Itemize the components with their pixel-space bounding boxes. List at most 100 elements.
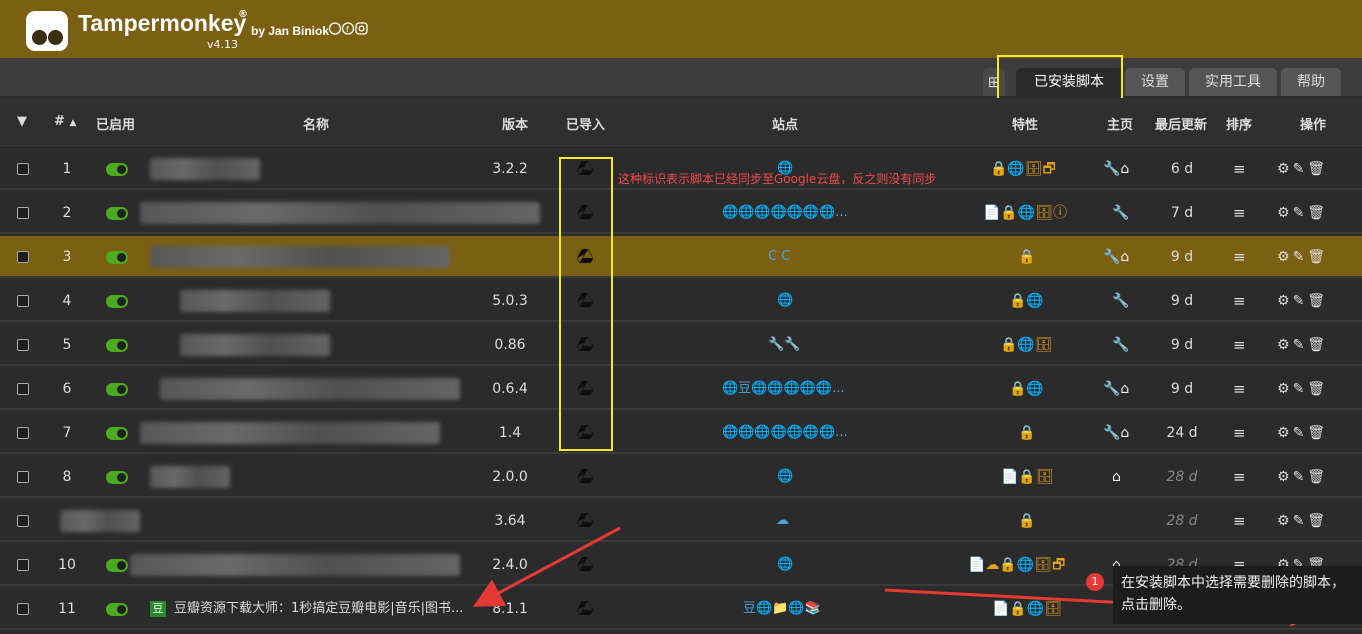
delete-icon[interactable]: 🗑 [1307, 205, 1328, 221]
debug-icon[interactable]: ⚙ [1277, 293, 1293, 309]
tab-settings[interactable]: 设置 [1125, 68, 1185, 96]
delete-icon[interactable]: 🗑 [1307, 161, 1328, 177]
script-sites[interactable]: 🌐🌐🌐🌐🌐🌐🌐... [722, 192, 848, 234]
row-actions[interactable]: ⚙✎🗑 [1277, 192, 1328, 234]
row-actions[interactable]: ⚙✎🗑 [1277, 500, 1328, 542]
edit-icon[interactable]: ✎ [1293, 425, 1308, 441]
script-homepage-icons[interactable]: 🔧 [1112, 280, 1129, 322]
column-enabled[interactable]: 已启用 [96, 114, 135, 133]
row-checkbox[interactable] [17, 559, 29, 571]
redacted-script-name[interactable] [160, 378, 460, 400]
debug-icon[interactable]: ⚙ [1277, 381, 1293, 397]
table-row[interactable]: 5 0.86 🔧🔧 🔒🌐🗄 🔧 9 d ≡ ⚙✎🗑 [0, 324, 1362, 366]
script-sites[interactable]: 🌐 [777, 280, 793, 322]
redacted-script-name[interactable] [150, 246, 450, 268]
row-actions[interactable]: ⚙✎🗑 [1277, 368, 1328, 410]
enable-toggle[interactable] [106, 559, 128, 572]
row-actions[interactable]: ⚙✎🗑 [1277, 324, 1328, 366]
row-actions[interactable]: ⚙✎🗑 [1277, 456, 1328, 498]
enable-toggle[interactable] [106, 251, 128, 264]
script-sites[interactable]: ☁ [776, 500, 789, 542]
sort-handle-icon[interactable]: ≡ [1233, 324, 1246, 366]
tab-utilities[interactable]: 实用工具 [1189, 68, 1277, 96]
redacted-script-name[interactable] [180, 334, 330, 356]
debug-icon[interactable]: ⚙ [1277, 161, 1293, 177]
script-homepage-icons[interactable]: 🔧⌂ [1103, 368, 1129, 410]
table-row[interactable]: 7 1.4 🌐🌐🌐🌐🌐🌐🌐... 🔒 🔧⌂ 24 d ≡ ⚙✎🗑 [0, 412, 1362, 454]
tab-help[interactable]: 帮助 [1281, 68, 1341, 96]
redacted-script-name[interactable] [150, 158, 260, 180]
column-sites[interactable]: 站点 [772, 114, 798, 133]
script-sites[interactable]: 豆🌐📁🌐📚 [743, 588, 821, 630]
edit-icon[interactable]: ✎ [1293, 293, 1308, 309]
edit-icon[interactable]: ✎ [1293, 249, 1308, 265]
script-sites[interactable]: C C [768, 236, 790, 278]
row-checkbox[interactable] [17, 339, 29, 351]
column-features[interactable]: 特性 [1012, 114, 1038, 133]
enable-toggle[interactable] [106, 427, 128, 440]
row-actions[interactable]: ⚙✎🗑 [1277, 148, 1328, 190]
edit-icon[interactable]: ✎ [1293, 381, 1308, 397]
column-sort[interactable]: 排序 [1226, 114, 1252, 133]
redacted-script-name[interactable] [60, 510, 140, 532]
sort-handle-icon[interactable]: ≡ [1233, 148, 1246, 190]
row-checkbox[interactable] [17, 427, 29, 439]
table-row[interactable]: 6 0.6.4 🌐豆🌐🌐🌐🌐🌐... 🔒🌐 🔧⌂ 9 d ≡ ⚙✎🗑 [0, 368, 1362, 410]
enable-toggle[interactable] [106, 603, 128, 616]
debug-icon[interactable]: ⚙ [1277, 513, 1293, 529]
debug-icon[interactable]: ⚙ [1277, 469, 1293, 485]
script-homepage-icons[interactable]: 🔧 [1112, 192, 1129, 234]
column-imported[interactable]: 已导入 [566, 114, 605, 133]
redacted-script-name[interactable] [140, 422, 440, 444]
column-num[interactable]: # ▲ [54, 114, 76, 129]
redacted-script-name[interactable] [180, 290, 330, 312]
sort-handle-icon[interactable]: ≡ [1233, 500, 1246, 542]
enable-toggle[interactable] [106, 207, 128, 220]
delete-icon[interactable]: 🗑 [1307, 337, 1328, 353]
row-checkbox[interactable] [17, 471, 29, 483]
row-actions[interactable]: ⚙✎🗑 [1277, 280, 1328, 322]
github-facebook-instagram-icon[interactable]: f [328, 22, 369, 35]
delete-icon[interactable]: 🗑 [1307, 293, 1328, 309]
column-name[interactable]: 名称 [303, 114, 329, 133]
sort-handle-icon[interactable]: ≡ [1233, 412, 1246, 454]
enable-toggle[interactable] [106, 163, 128, 176]
debug-icon[interactable]: ⚙ [1277, 249, 1293, 265]
delete-icon[interactable]: 🗑 [1307, 381, 1328, 397]
debug-icon[interactable]: ⚙ [1277, 337, 1293, 353]
delete-icon[interactable]: 🗑 [1307, 513, 1328, 529]
table-row[interactable]: 3 C C 🔒 🔧⌂ 9 d ≡ ⚙✎🗑 [0, 236, 1362, 278]
delete-icon[interactable]: 🗑 [1307, 425, 1328, 441]
enable-toggle[interactable] [106, 295, 128, 308]
debug-icon[interactable]: ⚙ [1277, 425, 1293, 441]
debug-icon[interactable]: ⚙ [1277, 205, 1293, 221]
edit-icon[interactable]: ✎ [1293, 513, 1308, 529]
script-homepage-icons[interactable]: 🔧⌂ [1103, 236, 1129, 278]
script-name[interactable]: 豆豆瓣资源下载大师：1秒搞定豆瓣电影|音乐|图书... [150, 588, 463, 630]
script-homepage-icons[interactable]: 🔧⌂ [1103, 148, 1129, 190]
row-checkbox[interactable] [17, 603, 29, 615]
edit-icon[interactable]: ✎ [1293, 161, 1308, 177]
script-homepage-icons[interactable]: 🔧⌂ [1103, 412, 1129, 454]
redacted-script-name[interactable] [140, 202, 540, 224]
row-checkbox[interactable] [17, 383, 29, 395]
redacted-script-name[interactable] [130, 554, 460, 576]
enable-toggle[interactable] [106, 339, 128, 352]
social-icons[interactable]: f [328, 22, 369, 38]
row-checkbox[interactable] [17, 295, 29, 307]
delete-icon[interactable]: 🗑 [1307, 249, 1328, 265]
table-row[interactable]: 2 🌐🌐🌐🌐🌐🌐🌐... 📄🔒🌐🗄ⓘ 🔧 7 d ≡ ⚙✎🗑 [0, 192, 1362, 234]
script-sites[interactable]: 🌐 [777, 456, 793, 498]
script-sites[interactable]: 🌐 [777, 544, 793, 586]
column-version[interactable]: 版本 [502, 114, 528, 133]
script-homepage-icons[interactable]: 🔧 [1112, 324, 1129, 366]
table-row[interactable]: 4 5.0.3 🌐 🔒🌐 🔧 9 d ≡ ⚙✎🗑 [0, 280, 1362, 322]
sort-handle-icon[interactable]: ≡ [1233, 280, 1246, 322]
script-sites[interactable]: 🌐🌐🌐🌐🌐🌐🌐... [722, 412, 848, 454]
sort-handle-icon[interactable]: ≡ [1233, 236, 1246, 278]
script-sites[interactable]: 🌐豆🌐🌐🌐🌐🌐... [722, 368, 845, 410]
row-checkbox[interactable] [17, 207, 29, 219]
sort-handle-icon[interactable]: ≡ [1233, 368, 1246, 410]
script-sites[interactable]: 🔧🔧 [768, 324, 800, 366]
row-actions[interactable]: ⚙✎🗑 [1277, 236, 1328, 278]
